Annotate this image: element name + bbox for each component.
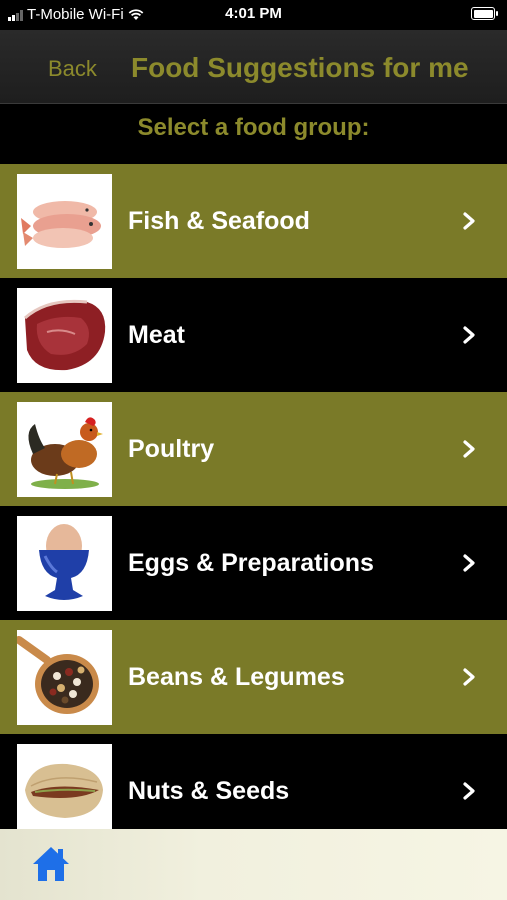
pistachio-image	[17, 744, 112, 839]
section-prompt: Select a food group:	[137, 114, 370, 141]
chevron-right-icon	[463, 782, 475, 800]
chevron-right-icon	[463, 554, 475, 572]
rooster-image	[17, 402, 112, 497]
food-group-label: Fish & Seafood	[128, 207, 310, 235]
back-button[interactable]: Back	[48, 56, 97, 82]
tab-bar	[0, 829, 507, 900]
egg-cup-image	[17, 516, 112, 611]
food-group-label: Meat	[128, 321, 185, 349]
food-group-row-poultry[interactable]: Poultry	[0, 392, 507, 506]
food-group-label: Poultry	[128, 435, 215, 463]
status-bar: T-Mobile Wi-Fi 4:01 PM	[0, 0, 507, 30]
steak-image	[17, 288, 112, 383]
food-group-label: Eggs & Preparations	[128, 549, 374, 577]
beans-spoon-image	[17, 630, 112, 725]
food-group-row-eggs[interactable]: Eggs & Preparations	[0, 506, 507, 620]
food-group-row-fish[interactable]: Fish & Seafood	[0, 164, 507, 278]
navigation-bar: Back Food Suggestions for me	[0, 30, 507, 104]
food-group-row-beans[interactable]: Beans & Legumes	[0, 620, 507, 734]
chevron-right-icon	[463, 440, 475, 458]
food-group-label: Beans & Legumes	[128, 663, 345, 691]
battery-icon	[471, 7, 498, 20]
chevron-right-icon	[463, 668, 475, 686]
food-group-row-meat[interactable]: Meat	[0, 278, 507, 392]
home-icon[interactable]	[30, 843, 72, 885]
page-title: Food Suggestions for me	[131, 52, 469, 83]
fish-image	[17, 174, 112, 269]
chevron-right-icon	[463, 212, 475, 230]
food-group-list: Fish & Seafood Meat Poultry Eggs & Prepa…	[0, 164, 507, 848]
status-time: 4:01 PM	[225, 5, 282, 22]
chevron-right-icon	[463, 326, 475, 344]
